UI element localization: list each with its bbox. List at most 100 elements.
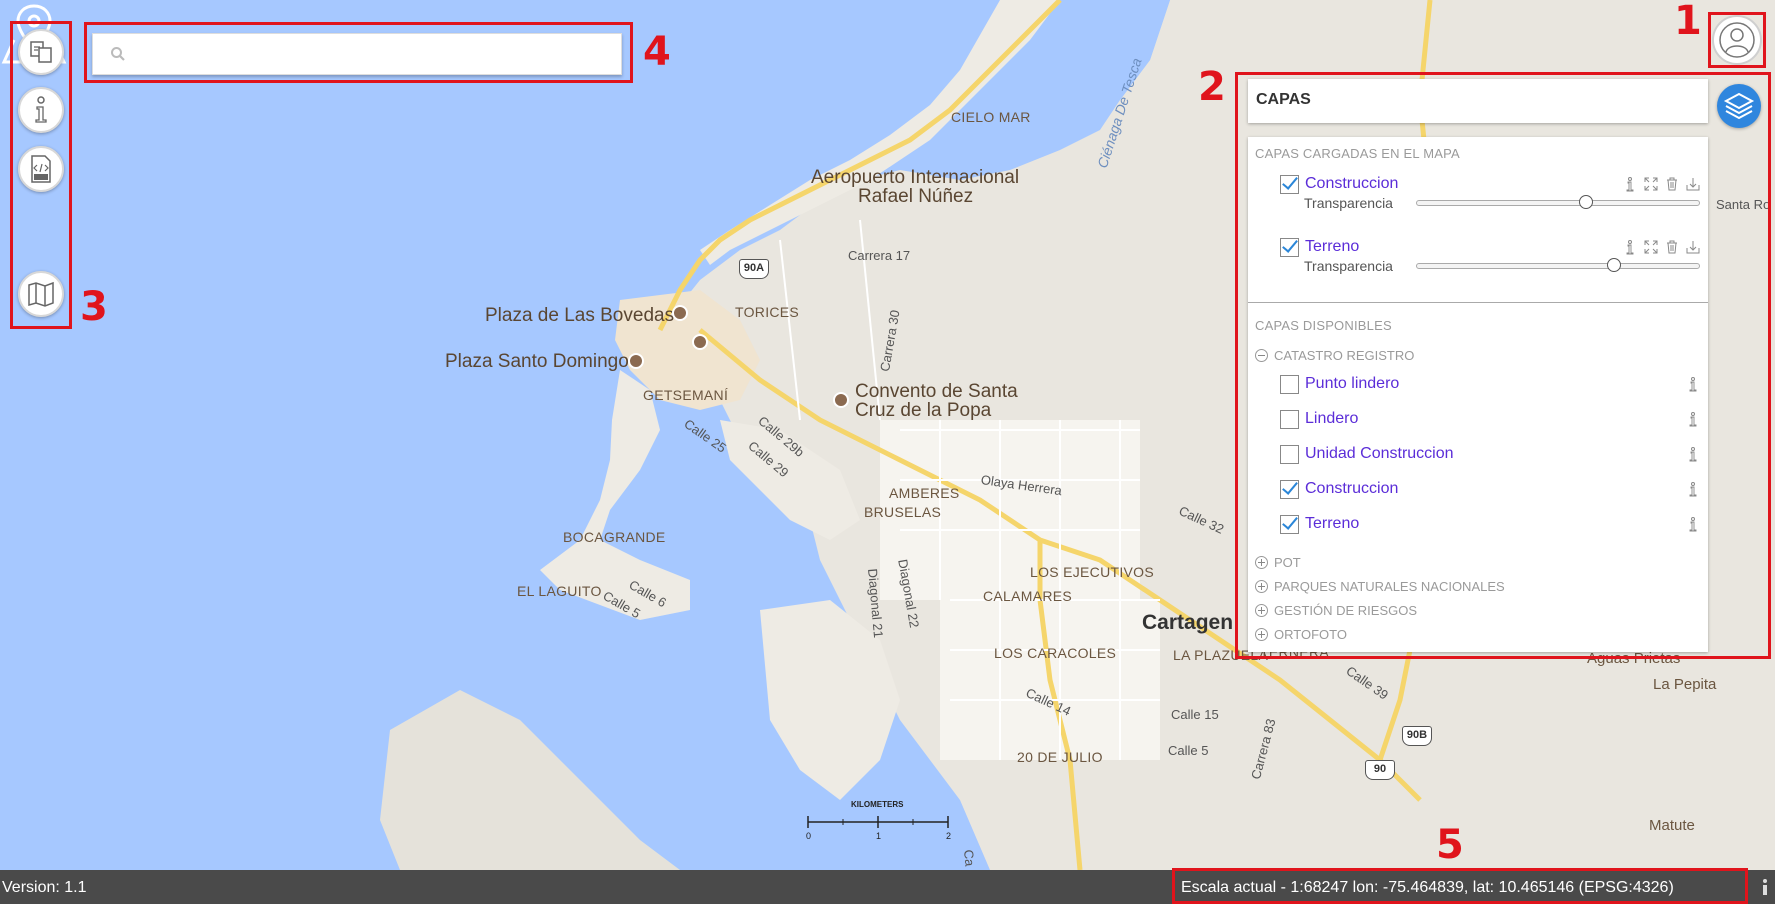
available-layer-name[interactable]: Construccion xyxy=(1305,480,1398,498)
layer-group-catastro[interactable]: CATASTRO REGISTRO xyxy=(1255,348,1414,363)
available-layer-checkbox[interactable] xyxy=(1280,479,1299,499)
expand-icon xyxy=(1255,556,1268,569)
layer-info-icon[interactable] xyxy=(1685,516,1700,532)
annotation-number-2: 2 xyxy=(1198,64,1226,110)
layer-info-icon[interactable] xyxy=(1685,481,1700,497)
status-bar: Version: 1.1 Escala actual - 1:68247 lon… xyxy=(0,870,1775,904)
scale-tick-2: 2 xyxy=(946,831,952,841)
layer-download-icon[interactable] xyxy=(1685,177,1700,192)
search-box xyxy=(92,33,622,75)
route-shield-90b: 90B xyxy=(1402,726,1432,746)
scale-tick-1: 1 xyxy=(876,831,882,841)
loaded-layer-name[interactable]: Terreno xyxy=(1305,238,1359,256)
layer-group-name: ORTOFOTO xyxy=(1274,627,1347,642)
map-label-los-ejecutivos: LOS EJECUTIVOS xyxy=(1030,564,1155,580)
scale-tick-0: 0 xyxy=(806,831,812,841)
layer-info-icon[interactable] xyxy=(1685,446,1700,462)
layer-info-icon[interactable] xyxy=(1622,239,1637,255)
poi-convent-icon[interactable] xyxy=(833,392,849,408)
transparency-slider-handle[interactable] xyxy=(1607,258,1622,272)
version-label: Version: 1.1 xyxy=(2,879,87,896)
map-scale-bar: KILOMETERS 0 1 2 xyxy=(805,800,955,841)
search-icon xyxy=(103,46,133,62)
poi-monument-icon[interactable] xyxy=(692,334,708,350)
available-layer-checkbox[interactable] xyxy=(1280,374,1299,394)
scale-and-coordinates: Escala actual - 1:68247 lon: -75.464839,… xyxy=(1181,879,1674,896)
layer-info-icon[interactable] xyxy=(1685,376,1700,392)
layers-panel: CAPAS CARGADAS EN EL MAPA Construccion T… xyxy=(1248,137,1708,652)
layer-group-ortofoto[interactable]: ORTOFOTO xyxy=(1255,627,1347,642)
layers-toggle-button[interactable] xyxy=(1717,84,1761,128)
user-account-button[interactable] xyxy=(1712,15,1762,65)
map-label-torices: TORICES xyxy=(735,304,800,320)
available-layer-actions xyxy=(1685,376,1700,392)
transparency-slider[interactable] xyxy=(1416,258,1700,272)
map-label-la-pepita: La Pepita xyxy=(1653,676,1717,693)
loaded-layer-row: Construccion xyxy=(1280,173,1700,195)
available-layer-row: Construccion xyxy=(1280,478,1700,500)
available-layers-title: CAPAS DISPONIBLES xyxy=(1255,318,1392,333)
available-layer-row: Punto lindero xyxy=(1280,373,1700,395)
available-layer-actions xyxy=(1685,481,1700,497)
available-layer-name[interactable]: Unidad Construccion xyxy=(1305,445,1454,463)
map-label-calle5-east: Calle 5 xyxy=(1168,743,1209,758)
expand-icon xyxy=(1255,580,1268,593)
available-layer-row: Lindero xyxy=(1280,408,1700,430)
annotation-number-3: 3 xyxy=(80,284,108,330)
map-label-los-caracoles: LOS CARACOLES xyxy=(994,645,1117,661)
transparency-label: Transparencia xyxy=(1304,195,1393,211)
layer-download-icon[interactable] xyxy=(1685,240,1700,255)
map-fold-icon xyxy=(28,281,54,307)
poi-museum-icon[interactable] xyxy=(672,305,688,321)
scale-unit-label: KILOMETERS xyxy=(851,800,904,809)
available-layer-name[interactable]: Punto lindero xyxy=(1305,375,1399,393)
available-layer-row: Terreno xyxy=(1280,513,1700,535)
available-layer-checkbox[interactable] xyxy=(1280,409,1299,429)
collapse-icon xyxy=(1255,349,1268,362)
available-layer-actions xyxy=(1685,446,1700,462)
map-label-santa-ro: Santa Ro xyxy=(1716,197,1771,212)
layer-group-parques[interactable]: PARQUES NATURALES NACIONALES xyxy=(1255,579,1505,594)
transparency-row: Transparencia xyxy=(1304,194,1700,212)
available-layer-actions xyxy=(1685,411,1700,427)
available-layer-checkbox[interactable] xyxy=(1280,444,1299,464)
loaded-layer-checkbox[interactable] xyxy=(1280,237,1299,257)
map-label-aeropuerto-line2: Rafael Núñez xyxy=(858,186,974,207)
route-shield-90a: 90A xyxy=(739,259,769,279)
layer-group-name: POT xyxy=(1274,555,1301,570)
map-label-bocagrande: BOCAGRANDE xyxy=(563,529,666,545)
map-label-calle15: Calle 15 xyxy=(1171,707,1219,722)
layer-delete-icon[interactable] xyxy=(1664,177,1679,192)
loaded-layer-checkbox[interactable] xyxy=(1280,174,1299,194)
layers-panel-title: CAPAS xyxy=(1248,79,1708,123)
available-layer-name[interactable]: Terreno xyxy=(1305,515,1359,533)
layer-info-icon[interactable] xyxy=(1622,176,1637,192)
expand-icon xyxy=(1255,604,1268,617)
transparency-slider-handle[interactable] xyxy=(1579,195,1594,209)
available-layer-actions xyxy=(1685,516,1700,532)
map-label-aguas-prietas: Aguas Prietas xyxy=(1587,650,1681,667)
map-label-el-laguito: EL LAGUITO xyxy=(517,583,602,599)
status-info-icon[interactable] xyxy=(1760,878,1770,896)
compare-layers-button[interactable] xyxy=(18,29,64,75)
loaded-layer-name[interactable]: Construccion xyxy=(1305,175,1398,193)
map-label-cielo-mar: CIELO MAR xyxy=(951,109,1031,125)
map-label-ca: Ca xyxy=(961,849,978,867)
xtf-export-button[interactable] xyxy=(18,146,64,192)
available-layer-checkbox[interactable] xyxy=(1280,514,1299,534)
layer-info-icon[interactable] xyxy=(1685,411,1700,427)
available-layer-name[interactable]: Lindero xyxy=(1305,410,1358,428)
layer-delete-icon[interactable] xyxy=(1664,240,1679,255)
loaded-layer-row: Terreno xyxy=(1280,236,1700,258)
layer-zoom-extent-icon[interactable] xyxy=(1643,177,1658,192)
map-label-carrera17: Carrera 17 xyxy=(848,248,911,263)
basemap-button[interactable] xyxy=(18,271,64,317)
layer-zoom-extent-icon[interactable] xyxy=(1643,240,1658,255)
poi-church-icon[interactable] xyxy=(628,353,644,369)
transparency-slider[interactable] xyxy=(1416,195,1700,209)
search-input[interactable] xyxy=(133,34,621,74)
layer-group-pot[interactable]: POT xyxy=(1255,555,1301,570)
layer-group-name: PARQUES NATURALES NACIONALES xyxy=(1274,579,1505,594)
info-tool-button[interactable] xyxy=(18,87,64,133)
layer-group-riesgos[interactable]: GESTIÓN DE RIESGOS xyxy=(1255,603,1417,618)
